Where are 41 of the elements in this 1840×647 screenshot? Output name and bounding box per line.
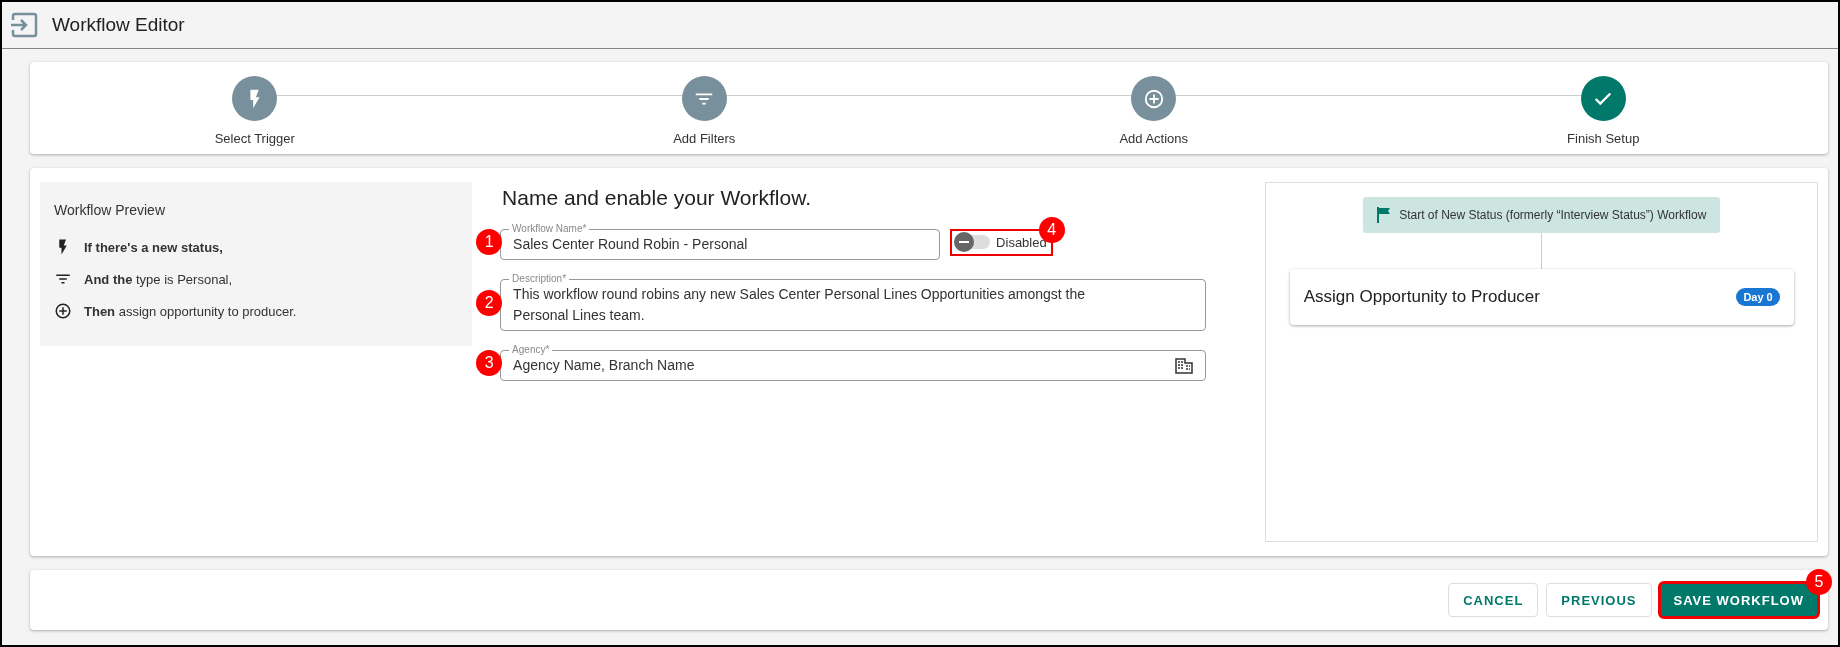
preview-line: If there's a new status,: [84, 239, 223, 255]
window-title: Workflow Editor: [52, 14, 185, 36]
preview-line: And the type is Personal,: [84, 271, 233, 287]
action-card[interactable]: Assign Opportunity to Producer Day 0: [1289, 269, 1794, 325]
field-label: Description*: [511, 274, 568, 284]
step-label: Select Trigger: [214, 131, 295, 146]
day-badge: Day 0: [1736, 288, 1780, 306]
step-circle[interactable]: [1131, 76, 1177, 121]
field-label: Workflow Name*: [511, 224, 588, 234]
plus-circle-icon: [1142, 87, 1165, 110]
preview-title: Workflow Preview: [54, 202, 166, 218]
step-label: Add Filters: [673, 131, 736, 146]
preview-line: Then assign opportunity to producer.: [84, 303, 297, 319]
text-field[interactable]: Workflow Name* Sales Center Round Robin - Personal: [500, 224, 941, 260]
step-number-marker: 1: [476, 229, 503, 255]
field-value: This workflow round robins any new Sales Center Personal Lines Opportunities amongst the Personal Lines team.: [513, 285, 1087, 325]
flag-icon: [1377, 207, 1392, 223]
step-number-marker: 3: [476, 350, 503, 376]
field-value: Sales Center Round Robin - Personal: [513, 235, 749, 254]
minus-icon: [959, 241, 970, 243]
form-title: Name and enable your Workflow.: [502, 186, 813, 210]
step-circle[interactable]: [1580, 76, 1626, 121]
text-field[interactable]: Description* This workflow round robins any new Sales Center Personal Lines Opportunities amongst the Personal Lines team.: [500, 274, 1207, 331]
start-node-text: Start of New Status (formerly “Interview Status”) Workflow: [1399, 208, 1707, 222]
step-circle[interactable]: [681, 76, 727, 121]
toggle-switch[interactable]: [956, 235, 991, 249]
step-number-marker: 5: [1806, 569, 1832, 595]
step-number-marker: 2: [476, 289, 503, 316]
secondary-button[interactable]: CANCEL: [1448, 583, 1539, 617]
step-label: Add Actions: [1119, 131, 1189, 146]
field-value: Agency Name, Branch Name: [513, 356, 696, 375]
text-field[interactable]: Agency* Agency Name, Branch Name: [500, 345, 1207, 381]
action-title: Assign Opportunity to Producer: [1303, 287, 1540, 307]
secondary-button[interactable]: PREVIOUS: [1546, 583, 1652, 617]
plus-circle-icon: [54, 302, 72, 320]
step-circle[interactable]: [232, 76, 278, 121]
field-label: Agency*: [511, 345, 551, 355]
toggle-label: Disabled: [996, 234, 1047, 250]
step-label: Finish Setup: [1567, 131, 1640, 146]
exit-icon[interactable]: [10, 12, 38, 38]
building-icon: [1175, 357, 1194, 374]
